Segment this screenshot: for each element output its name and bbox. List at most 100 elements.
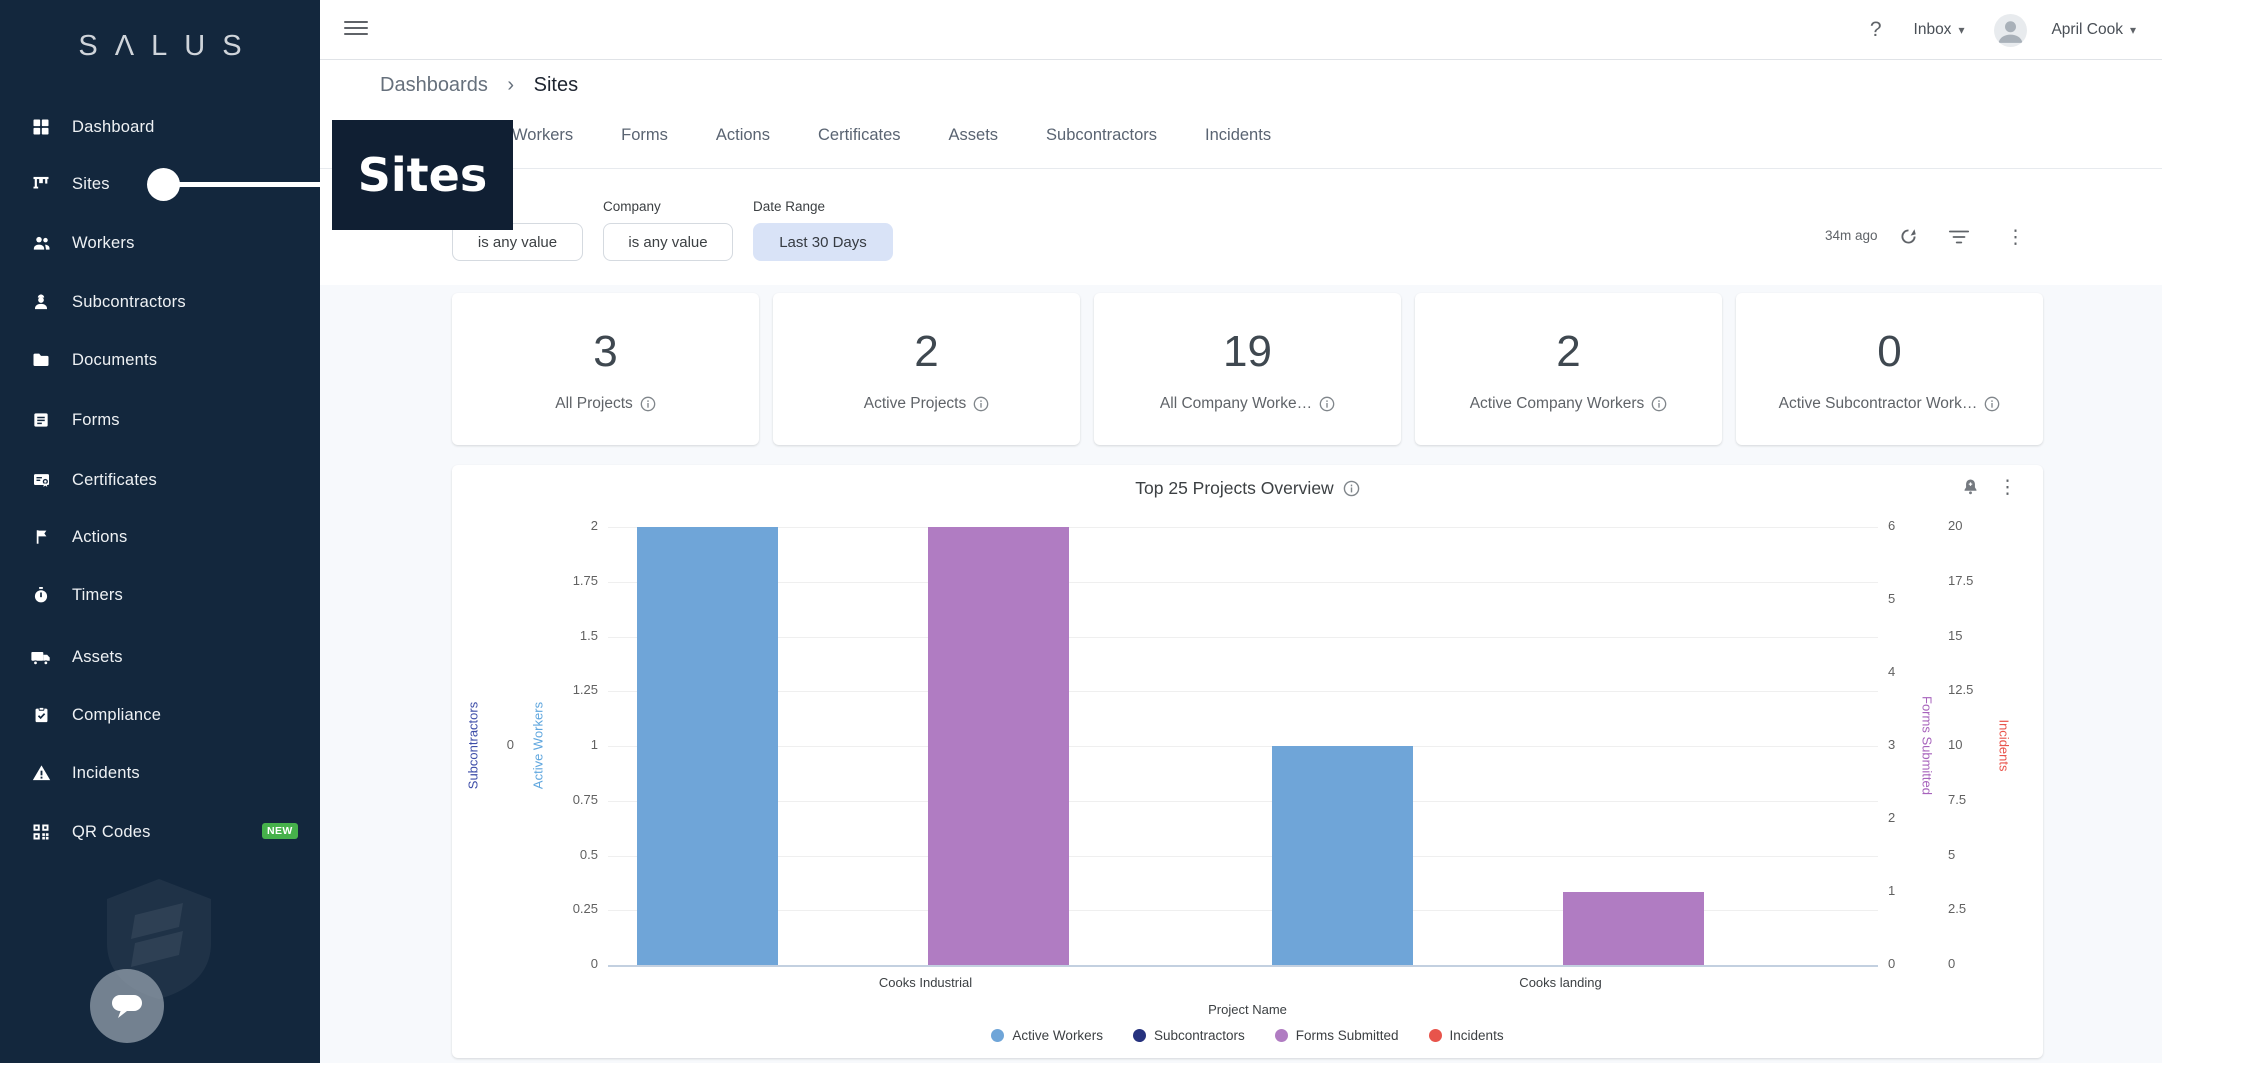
gridline <box>608 856 1878 857</box>
help-icon[interactable]: ? <box>1870 18 1882 42</box>
compliance-icon <box>30 704 52 726</box>
chart-more-options-icon[interactable]: ⋮ <box>1998 476 2017 498</box>
breadcrumb: Dashboards › Sites <box>380 74 578 97</box>
tab-assets[interactable]: Assets <box>949 126 999 145</box>
gridline <box>608 801 1878 802</box>
info-icon[interactable] <box>1343 480 1360 497</box>
info-icon[interactable] <box>1651 396 1667 412</box>
axis-title-incidents: Incidents <box>1997 686 2012 806</box>
sidebar-item-assets[interactable]: Assets <box>0 636 320 678</box>
user-name: April Cook <box>2051 21 2123 39</box>
axis-tick: 17.5 <box>1948 573 1973 588</box>
stat-value: 3 <box>593 327 617 377</box>
tab-certificates[interactable]: Certificates <box>818 126 901 145</box>
axis-title-subcontractors: Subcontractors <box>466 686 481 806</box>
axis-tick: 15 <box>1948 628 1962 643</box>
info-icon[interactable] <box>1319 396 1335 412</box>
topbar: ? Inbox ▾ April Cook ▾ <box>320 0 2162 60</box>
sidebar-item-subcontractors[interactable]: Subcontractors <box>0 281 320 323</box>
sidebar-item-label: Forms <box>72 411 120 430</box>
chat-icon <box>109 991 145 1021</box>
sidebar-item-label: Dashboard <box>72 118 155 137</box>
sidebar-item-dashboard[interactable]: Dashboard <box>0 106 320 148</box>
sidebar-item-certificates[interactable]: Certificates <box>0 459 320 501</box>
header-band <box>320 60 2162 285</box>
bar-active-workers-cooks-landing[interactable] <box>1272 746 1413 965</box>
sidebar-item-timers[interactable]: Timers <box>0 574 320 616</box>
chat-bubble-button[interactable] <box>90 969 164 1043</box>
sidebar-item-qr-codes[interactable]: QR Codes NEW <box>0 811 320 853</box>
axis-tick: 0.75 <box>548 792 598 807</box>
gridline <box>608 746 1878 747</box>
sidebar-item-label: Documents <box>72 351 157 370</box>
stat-card[interactable]: 0 Active Subcontractor Work… <box>1736 293 2043 445</box>
sidebar-item-forms[interactable]: Forms <box>0 399 320 441</box>
legend-item-subcontractors[interactable]: Subcontractors <box>1133 1028 1245 1043</box>
sites-callout: Sites <box>332 120 513 230</box>
sidebar-item-label: Subcontractors <box>72 293 186 312</box>
tab-forms[interactable]: Forms <box>621 126 668 145</box>
menu-hamburger-icon[interactable] <box>344 21 368 39</box>
sidebar-item-label: QR Codes <box>72 823 151 842</box>
inbox-label: Inbox <box>1914 21 1952 39</box>
sidebar-item-label: Assets <box>72 648 123 667</box>
dashboard-tabs: Workers Forms Actions Certificates Assets Sub… <box>512 126 1271 145</box>
app-window: SΛLUS Dashboard Sites Workers Subcontrac… <box>0 0 2162 1063</box>
info-icon[interactable] <box>1984 396 2000 412</box>
stat-card[interactable]: 2 Active Projects <box>773 293 1080 445</box>
breadcrumb-current: Sites <box>534 74 578 96</box>
stat-label: Active Projects <box>864 395 967 413</box>
sidebar: SΛLUS Dashboard Sites Workers Subcontrac… <box>0 0 320 1063</box>
filter-chip-date-range[interactable]: Last 30 Days <box>753 223 893 261</box>
filter-icon[interactable] <box>1948 228 1970 246</box>
bar-forms-submitted-cooks-landing[interactable] <box>1563 892 1704 965</box>
tab-incidents[interactable]: Incidents <box>1205 126 1271 145</box>
legend-item-active-workers[interactable]: Active Workers <box>991 1028 1103 1043</box>
legend-dot <box>1133 1029 1146 1042</box>
subcontractors-icon <box>30 291 52 313</box>
bar-forms-submitted-cooks-industrial[interactable] <box>928 527 1069 965</box>
info-icon[interactable] <box>640 396 656 412</box>
legend-item-incidents[interactable]: Incidents <box>1429 1028 1504 1043</box>
dashboard-icon <box>30 116 52 138</box>
axis-tick: 0 <box>1888 956 1895 971</box>
x-axis-title: Project Name <box>452 1002 2043 1017</box>
stat-value: 2 <box>914 327 938 377</box>
info-icon[interactable] <box>973 396 989 412</box>
axis-title-forms-submitted: Forms Submitted <box>1920 686 1935 806</box>
filter-label: Company <box>603 199 661 214</box>
avatar[interactable] <box>1994 14 2027 47</box>
bar-active-workers-cooks-industrial[interactable] <box>637 527 778 965</box>
sidebar-item-actions[interactable]: Actions <box>0 516 320 558</box>
more-options-icon[interactable]: ⋮ <box>2006 226 2025 248</box>
new-badge: NEW <box>262 823 298 839</box>
refresh-icon[interactable] <box>1898 226 1919 247</box>
axis-tick: 7.5 <box>1948 792 1966 807</box>
sidebar-item-workers[interactable]: Workers <box>0 222 320 264</box>
axis-tick: 2 <box>548 518 598 533</box>
stat-card[interactable]: 2 Active Company Workers <box>1415 293 1722 445</box>
stat-card[interactable]: 3 All Projects <box>452 293 759 445</box>
inbox-menu[interactable]: Inbox ▾ <box>1914 21 1965 39</box>
axis-tick: 0.5 <box>548 847 598 862</box>
axis-tick: 0 <box>492 737 514 752</box>
sites-icon <box>30 173 52 195</box>
breadcrumb-dashboards[interactable]: Dashboards <box>380 74 488 96</box>
workers-icon <box>30 232 52 254</box>
sidebar-item-documents[interactable]: Documents <box>0 339 320 381</box>
tab-subcontractors[interactable]: Subcontractors <box>1046 126 1157 145</box>
legend-item-forms-submitted[interactable]: Forms Submitted <box>1275 1028 1399 1043</box>
stat-card[interactable]: 19 All Company Worke… <box>1094 293 1401 445</box>
alert-bell-icon[interactable] <box>1961 477 1980 497</box>
filter-chip-company[interactable]: is any value <box>603 223 733 261</box>
sidebar-item-incidents[interactable]: Incidents <box>0 752 320 794</box>
axis-tick: 6 <box>1888 518 1895 533</box>
legend-dot <box>991 1029 1004 1042</box>
documents-icon <box>30 349 52 371</box>
user-menu[interactable]: April Cook ▾ <box>2051 21 2136 39</box>
sidebar-item-compliance[interactable]: Compliance <box>0 694 320 736</box>
axis-tick: 10 <box>1948 737 1962 752</box>
filter-label: Date Range <box>753 199 825 214</box>
tab-actions[interactable]: Actions <box>716 126 770 145</box>
tab-workers[interactable]: Workers <box>512 126 573 145</box>
